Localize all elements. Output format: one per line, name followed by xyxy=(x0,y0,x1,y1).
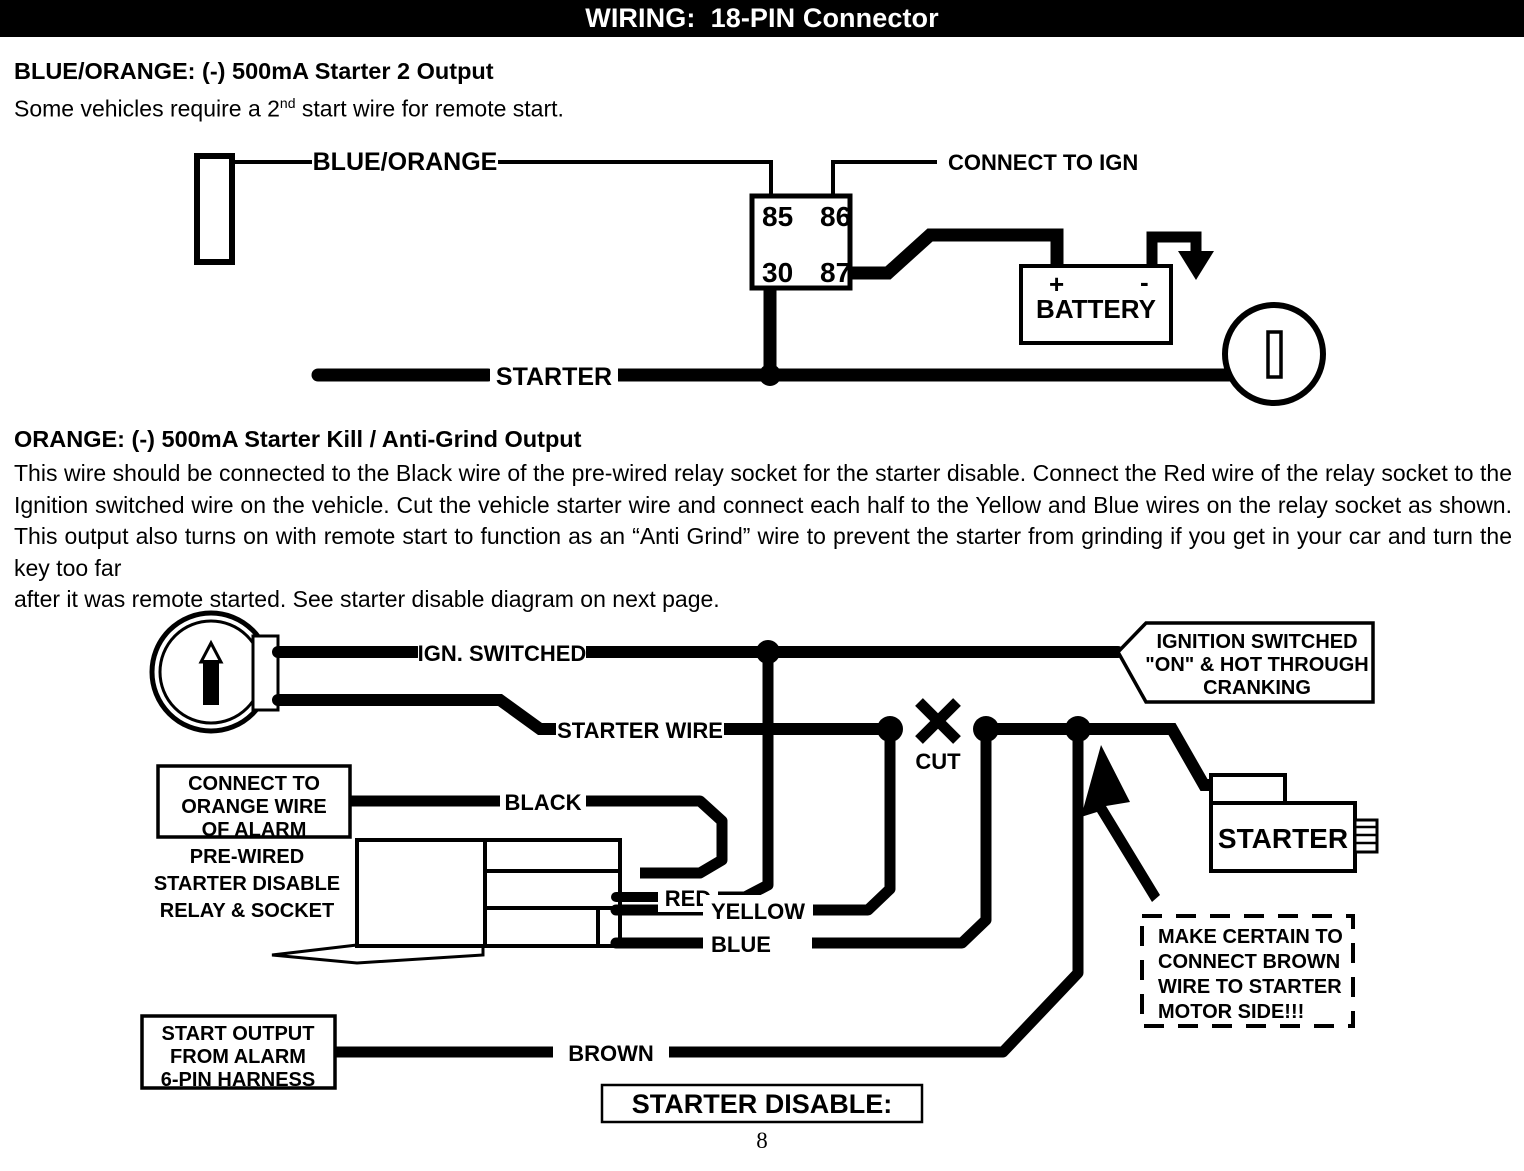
label-starter-wire: STARTER WIRE xyxy=(557,718,723,743)
body-paragraph-text: This wire should be connected to the Bla… xyxy=(14,460,1512,581)
label-blue: BLUE xyxy=(711,932,771,957)
wire-brown-branch xyxy=(668,729,1084,1058)
section-heading-blue-orange: BLUE/ORANGE: (-) 500mA Starter 2 Output xyxy=(14,58,494,84)
callout-ignition-switched-line3: CRANKING xyxy=(1203,677,1311,699)
page-number: 8 xyxy=(756,1128,768,1153)
wire-yellow-branch xyxy=(812,729,896,916)
label-connect-to-ign: CONNECT TO IGN xyxy=(948,150,1138,175)
label-black: BLACK xyxy=(505,790,582,815)
subtitle-superscript: nd xyxy=(279,95,296,111)
diagram-starter2-relay: 85 86 30 87 + - BATTERY BLUE/ORANGE CONN… xyxy=(0,140,1524,420)
page-title: WIRING: 18-PIN Connector xyxy=(585,3,939,33)
callout-ignition-switched-line2: "ON" & HOT THROUGH xyxy=(1145,654,1368,676)
callout-connect-orange-line1: CONNECT TO xyxy=(188,773,320,795)
subtitle-text-after: start wire for remote start. xyxy=(295,95,564,122)
diagram-starter-disable: CONNECT TO ORANGE WIRE OF ALARM PRE-WIRE… xyxy=(0,605,1524,1165)
callout-prewired-line3: RELAY & SOCKET xyxy=(160,900,334,922)
wire-connect-to-ign xyxy=(831,160,937,196)
callout-connect-orange-line3: OF ALARM xyxy=(202,819,307,841)
starter-disable-title: STARTER DISABLE: xyxy=(632,1089,893,1119)
callout-start-output-line3: 6-PIN HARNESS xyxy=(161,1069,315,1091)
connector-block xyxy=(194,153,235,265)
callout-make-certain-line2: CONNECT BROWN xyxy=(1158,951,1340,973)
callout-make-certain-line3: WIRE TO STARTER xyxy=(1158,976,1342,998)
section-heading-orange: ORANGE: (-) 500mA Starter Kill / Anti-Gr… xyxy=(14,426,582,452)
relay-pin-86-label: 86 xyxy=(820,201,851,232)
callout-start-output-line2: FROM ALARM xyxy=(170,1046,306,1068)
callout-start-output-line1: START OUTPUT xyxy=(162,1023,315,1045)
relay-body-box xyxy=(355,838,487,948)
junction-dot-starter-bus xyxy=(759,364,781,386)
battery-minus-terminal: - xyxy=(1140,267,1149,297)
subtitle-text-before: Some vehicles require a 2 xyxy=(14,95,280,122)
wire-starter-from-key xyxy=(272,694,562,735)
label-yellow: YELLOW xyxy=(711,899,805,924)
relay-pin-85-label: 85 xyxy=(762,201,793,232)
label-brown: BROWN xyxy=(568,1041,654,1066)
starter-box-label: STARTER xyxy=(1218,823,1348,854)
callout-make-certain-line1: MAKE CERTAIN TO xyxy=(1158,926,1343,948)
section-subtitle-blue-orange: Some vehicles require a 2nd start wire f… xyxy=(14,96,564,121)
callout-prewired-line1: PRE-WIRED xyxy=(190,846,304,868)
battery-label: BATTERY xyxy=(1036,294,1156,324)
label-starter: STARTER xyxy=(496,363,612,391)
relay-pin-87-label: 87 xyxy=(820,257,851,288)
label-blue-orange: BLUE/ORANGE xyxy=(313,148,498,176)
label-ign-switched: IGN. SWITCHED xyxy=(418,641,587,666)
callout-make-certain-line4: MOTOR SIDE!!! xyxy=(1158,1001,1304,1023)
callout-connect-orange-line2: ORANGE WIRE xyxy=(181,796,327,818)
callout-prewired-line2: STARTER DISABLE xyxy=(154,873,340,895)
key-blade-icon xyxy=(203,660,219,705)
make-certain-arrow-icon xyxy=(1081,745,1160,902)
ground-arrow-icon xyxy=(1178,251,1214,280)
starter-motor-bar-icon xyxy=(1266,330,1283,379)
relay-pin-30-label: 30 xyxy=(762,257,793,288)
callout-ignition-switched-line1: IGNITION SWITCHED xyxy=(1156,631,1357,653)
label-cut: CUT xyxy=(915,749,961,774)
section-body-orange: This wire should be connected to the Bla… xyxy=(14,458,1512,616)
wire-blue-orange-right xyxy=(497,160,773,196)
wire-to-starter-box xyxy=(1150,723,1211,791)
wire-red-branch xyxy=(700,652,774,903)
